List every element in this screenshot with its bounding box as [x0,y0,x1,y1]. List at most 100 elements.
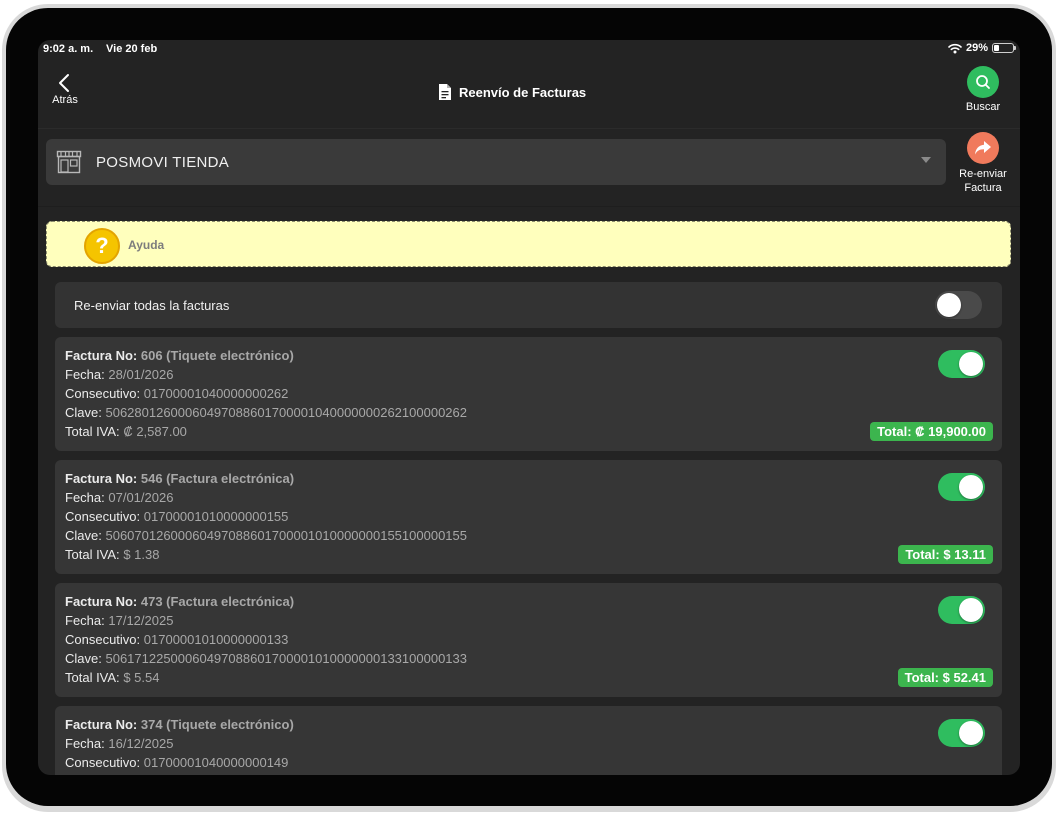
resend-all-toggle[interactable] [935,291,982,319]
invoice-consecutive-line: Consecutivo: 01700001040000000262 [65,386,288,401]
toggle-knob [959,475,983,499]
status-date: Vie 20 feb [106,43,158,55]
invoice-card[interactable]: Factura No: 546 (Factura electrónica) Fe… [55,460,1002,574]
invoice-iva-label: Total IVA: [65,670,120,685]
battery-level [994,45,999,51]
question-icon: ? [84,228,120,264]
invoice-key-label: Clave: [65,651,102,666]
invoice-iva-value: $ 5.54 [123,670,160,685]
invoice-date-label: Fecha: [65,367,105,382]
invoice-consecutive-value: 01700001040000000149 [143,755,289,770]
invoice-key-line: Clave: 506070126000604970886017000010100… [65,528,467,543]
invoice-date-value: 17/12/2025 [108,613,174,628]
section-divider [38,206,1020,207]
invoice-consecutive-label: Consecutivo: [65,632,141,647]
invoice-date-label: Fecha: [65,490,105,505]
invoice-select-toggle[interactable] [938,719,985,747]
invoice-key-label: Clave: [65,405,102,420]
document-icon [439,84,451,100]
invoice-consecutive-line: Consecutivo: 01700001040000000149 [65,755,288,770]
resend-label-line2: Factura [964,182,1002,194]
invoice-card[interactable]: Factura No: 606 (Tiquete electrónico) Fe… [55,337,1002,451]
invoice-date-line: Fecha: 16/12/2025 [65,736,173,751]
search-icon [976,75,990,89]
toggle-knob [937,293,961,317]
share-arrow-icon [975,141,991,155]
invoice-number-value: 546 (Factura electrónica) [140,471,295,486]
invoice-number-value: 374 (Tiquete electrónico) [140,717,294,732]
invoice-consecutive-value: 01700001010000000133 [143,632,289,647]
invoice-number-label: Factura No: [65,717,138,732]
invoice-total-badge: Total: $ 13.11 [898,545,993,564]
invoice-iva-value: ₡ 2,587.00 [123,424,187,439]
status-bar: 9:02 a. m. Vie 20 feb 29% [38,40,1020,58]
invoice-iva-value: $ 1.38 [123,547,160,562]
help-banner[interactable]: ? Ayuda [46,221,1011,267]
invoice-iva-line: Total IVA: ₡ 2,587.00 [65,424,187,439]
invoice-date-value: 16/12/2025 [108,736,174,751]
page-title-group: Reenvío de Facturas [438,83,586,101]
resend-button-circle [967,132,999,164]
search-button[interactable]: Buscar [960,66,1006,113]
invoice-key-value: 5062801260006049708860170000104000000026… [105,405,467,420]
invoice-date-label: Fecha: [65,613,105,628]
invoice-key-value: 5061712250006049708860170000101000000013… [105,651,467,666]
battery-icon [992,43,1016,53]
invoice-card[interactable]: Factura No: 374 (Tiquete electrónico) Fe… [55,706,1002,775]
invoice-consecutive-line: Consecutivo: 01700001010000000133 [65,632,288,647]
invoice-key-line: Clave: 506280126000604970886017000010400… [65,405,467,420]
store-dropdown[interactable]: POSMOVI TIENDA [46,139,946,185]
invoice-select-toggle[interactable] [938,596,985,624]
invoice-date-label: Fecha: [65,736,105,751]
nav-divider [38,128,1020,129]
invoice-date-line: Fecha: 07/01/2026 [65,490,173,505]
invoice-iva-label: Total IVA: [65,547,120,562]
invoice-date-line: Fecha: 28/01/2026 [65,367,173,382]
invoice-number-label: Factura No: [65,471,138,486]
invoice-key-line: Clave: 506171225000604970886017000010100… [65,651,467,666]
invoice-card[interactable]: Factura No: 473 (Factura electrónica) Fe… [55,583,1002,697]
invoice-total-badge: Total: $ 52.41 [897,668,993,687]
chevron-left-icon [59,74,69,92]
toggle-knob [959,721,983,745]
invoice-number-value: 606 (Tiquete electrónico) [140,348,294,363]
invoice-date-value: 28/01/2026 [108,367,174,382]
invoice-number-label: Factura No: [65,594,138,609]
wifi-icon [948,43,962,53]
invoice-consecutive-line: Consecutivo: 01700001010000000155 [65,509,288,524]
invoice-consecutive-label: Consecutivo: [65,386,141,401]
invoice-iva-line: Total IVA: $ 5.54 [65,670,159,685]
invoice-select-toggle[interactable] [938,350,985,378]
app-screen: 9:02 a. m. Vie 20 feb 29% Atrás Reenvío … [38,40,1020,775]
battery-percent: 29% [965,42,988,54]
invoice-number-label: Factura No: [65,348,138,363]
resend-all-row: Re-enviar todas la facturas [55,282,1002,328]
invoice-number-value: 473 (Factura electrónica) [140,594,295,609]
toggle-knob [959,598,983,622]
invoice-select-toggle[interactable] [938,473,985,501]
invoice-number-line: Factura No: 546 (Factura electrónica) [65,471,294,486]
invoice-key-value: 5060701260006049708860170000101000000015… [105,528,467,543]
resend-invoice-button[interactable]: Re-enviar Factura [952,132,1014,195]
store-name: POSMOVI TIENDA [96,154,230,171]
invoice-key-label: Clave: [65,528,102,543]
invoice-total-badge: Total: ₡ 19,900.00 [870,422,993,441]
invoice-date-line: Fecha: 17/12/2025 [65,613,173,628]
invoice-number-line: Factura No: 606 (Tiquete electrónico) [65,348,294,363]
chevron-down-icon [921,157,931,163]
status-right: 29% [948,42,1016,54]
help-label: Ayuda [128,238,165,252]
status-time: 9:02 a. m. [43,43,94,55]
toggle-knob [959,352,983,376]
invoice-consecutive-label: Consecutivo: [65,509,141,524]
invoice-consecutive-label: Consecutivo: [65,755,141,770]
search-label: Buscar [965,101,1001,113]
search-button-circle [967,66,999,98]
invoice-number-line: Factura No: 374 (Tiquete electrónico) [65,717,294,732]
resend-label-line1: Re-enviar [959,168,1007,180]
store-icon [56,150,82,174]
invoice-iva-line: Total IVA: $ 1.38 [65,547,159,562]
resend-all-label: Re-enviar todas la facturas [74,298,230,313]
resend-label: Re-enviar Factura [952,167,1014,195]
back-button[interactable]: Atrás [48,72,82,106]
